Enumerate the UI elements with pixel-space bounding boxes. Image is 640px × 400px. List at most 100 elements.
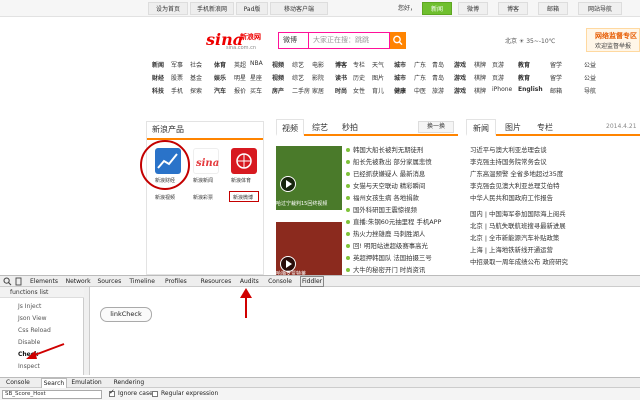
function-item[interactable]: Css Reload: [18, 327, 51, 334]
headline-item[interactable]: 中招录取一周年成绩公布 政府研究: [470, 256, 568, 268]
devtools-tab-profiles[interactable]: Profiles: [165, 276, 187, 287]
tab-miaopai[interactable]: 秒拍: [336, 119, 364, 136]
nav-link[interactable]: 青岛: [432, 60, 444, 69]
nav-link[interactable]: 综艺: [292, 73, 304, 82]
headline-item[interactable]: 广东高温预警 全省多地超过35度: [470, 168, 563, 180]
nav-link[interactable]: 探索: [190, 86, 202, 95]
headline-item[interactable]: 李克强会见澳大利亚总理艾伯特: [470, 180, 559, 192]
nav-link[interactable]: 星座: [250, 73, 262, 82]
nav-link[interactable]: 视频: [272, 73, 284, 82]
nav-link[interactable]: 公益: [584, 60, 596, 69]
nav-link[interactable]: 广东: [414, 60, 426, 69]
tab-variety[interactable]: 综艺: [306, 119, 334, 136]
news-app-icon[interactable]: sina: [193, 148, 219, 174]
search-button[interactable]: [390, 32, 406, 49]
nav-link[interactable]: English: [518, 86, 543, 93]
news-item[interactable]: 女猫与天空联动 精彩瞬间: [346, 180, 425, 192]
nav-link[interactable]: 页游: [492, 73, 504, 82]
nav-link[interactable]: 股票: [171, 73, 183, 82]
supervision-ad[interactable]: 网络监督专区 欢迎监督举报: [586, 28, 640, 52]
headline-item[interactable]: 北京 | 全市新能源汽车补贴政策: [470, 232, 559, 244]
top-mail-link[interactable]: 邮箱: [538, 2, 568, 15]
nav-link[interactable]: 时尚: [335, 86, 347, 95]
refresh-button[interactable]: 换一换: [418, 121, 454, 133]
nav-link[interactable]: 综艺: [292, 60, 304, 69]
devtools-tab-elements[interactable]: Elements: [30, 276, 58, 287]
app-label[interactable]: 新浪视频: [155, 194, 175, 201]
nav-link[interactable]: NBA: [250, 60, 263, 67]
mobile-client-link[interactable]: 移动客户端: [270, 2, 328, 15]
nav-link[interactable]: 公益: [584, 73, 596, 82]
nav-link[interactable]: 报价: [234, 86, 246, 95]
nav-link[interactable]: 博客: [335, 60, 347, 69]
video-thumbnail[interactable]: 哈过宁裁判15回终视频: [276, 146, 342, 210]
function-item[interactable]: Js Inject: [18, 303, 41, 310]
nav-link[interactable]: 广东: [414, 73, 426, 82]
devtools-tab-resources[interactable]: Resources: [201, 276, 232, 287]
nav-link[interactable]: 汽车: [214, 86, 226, 95]
devtools-tab-timeline[interactable]: Timeline: [129, 276, 155, 287]
nav-link[interactable]: 买车: [250, 86, 262, 95]
nav-link[interactable]: 游戏: [454, 73, 466, 82]
nav-link[interactable]: 电影: [312, 60, 324, 69]
news-item[interactable]: 直播:朱钢60元抽里程 手机APP: [346, 216, 441, 228]
headline-item[interactable]: 李克强主持国务院常务会议: [470, 156, 547, 168]
nav-link[interactable]: 明星: [234, 73, 246, 82]
function-item[interactable]: Json View: [18, 315, 47, 322]
nav-link[interactable]: 邮箱: [550, 86, 562, 95]
sports-app-icon[interactable]: [231, 148, 257, 174]
nav-link[interactable]: 二手房: [292, 86, 310, 95]
app-label[interactable]: 新浪彩票: [193, 194, 213, 201]
nav-link[interactable]: 社会: [190, 60, 202, 69]
headline-item[interactable]: 国内 | 中国海军参加国际海上阅兵: [470, 208, 566, 220]
nav-link[interactable]: 视频: [272, 60, 284, 69]
search-input[interactable]: 大家正在搜：跳跳: [308, 32, 390, 49]
news-item[interactable]: 船长先被救出 部分家属悲愤: [346, 156, 432, 168]
pad-site-link[interactable]: Pad版: [236, 2, 268, 15]
tab-news[interactable]: 新闻: [466, 119, 496, 136]
top-blog-link[interactable]: 博客: [498, 2, 528, 15]
ignore-case-checkbox[interactable]: [109, 388, 115, 397]
headline-item[interactable]: 上海 | 上海地铁新线开通运营: [470, 244, 553, 256]
nav-link[interactable]: 英超: [234, 60, 246, 69]
drawer-tab-console[interactable]: Console: [6, 378, 30, 388]
sina-logo[interactable]: sina 新浪网 sina.com.cn: [206, 30, 268, 52]
nav-link[interactable]: 棋牌: [474, 86, 486, 95]
weather-widget[interactable]: 北京 ☀ 35~-10℃: [505, 36, 555, 45]
news-item[interactable]: 国外科研国王震惊视频: [346, 204, 417, 216]
mobile-site-link[interactable]: 手机新浪网: [190, 2, 234, 15]
nav-link[interactable]: 城市: [394, 60, 406, 69]
nav-link[interactable]: 育儿: [372, 86, 384, 95]
inspect-search-icon[interactable]: [3, 277, 12, 286]
nav-link[interactable]: iPhone: [492, 86, 512, 93]
nav-link[interactable]: 图片: [372, 73, 384, 82]
news-item[interactable]: 回! 明阳站进超级赛事高光: [346, 240, 428, 252]
tab-pictures[interactable]: 图片: [498, 119, 528, 136]
link-check-button[interactable]: linkCheck: [100, 307, 152, 322]
nav-link[interactable]: 娱乐: [214, 73, 226, 82]
nav-link[interactable]: 基金: [190, 73, 202, 82]
nav-link[interactable]: 影院: [312, 73, 324, 82]
top-sitenav-link[interactable]: 网站导航: [578, 2, 622, 15]
news-item[interactable]: 韩国大船长被判无期徒刑: [346, 144, 423, 156]
nav-link[interactable]: 体育: [214, 60, 226, 69]
video-thumbnail[interactable]: 哈梅罗贾特莱: [276, 222, 342, 280]
regex-checkbox[interactable]: [152, 391, 158, 397]
nav-link[interactable]: 页游: [492, 60, 504, 69]
news-item[interactable]: 热火力挫雄鹿 马刺胜湖人: [346, 228, 425, 240]
nav-link[interactable]: 科技: [152, 86, 164, 95]
nav-link[interactable]: 教育: [518, 73, 530, 82]
top-news-link[interactable]: 新闻: [422, 2, 452, 15]
tab-video[interactable]: 视频: [276, 119, 304, 136]
nav-link[interactable]: 健康: [394, 86, 406, 95]
nav-link[interactable]: 留学: [550, 73, 562, 82]
devtools-tab-console[interactable]: Console: [268, 276, 292, 287]
nav-link[interactable]: 财经: [152, 73, 164, 82]
nav-link[interactable]: 新闻: [152, 60, 164, 69]
nav-link[interactable]: 军事: [171, 60, 183, 69]
nav-link[interactable]: 读书: [335, 73, 347, 82]
news-item[interactable]: 已经抓获嫌疑人 最新消息: [346, 168, 425, 180]
nav-link[interactable]: 城市: [394, 73, 406, 82]
nav-link[interactable]: 游戏: [454, 86, 466, 95]
nav-link[interactable]: 天气: [372, 60, 384, 69]
